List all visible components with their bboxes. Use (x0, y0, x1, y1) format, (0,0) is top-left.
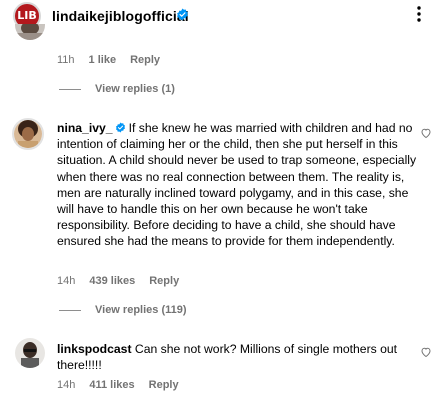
comment-time: 11h (57, 54, 75, 66)
commenter-username[interactable]: nina_ivy_ (57, 121, 113, 135)
reply-button[interactable]: Reply (149, 379, 179, 391)
like-count[interactable]: 1 like (89, 54, 117, 66)
view-replies-button[interactable]: View replies (119) (59, 304, 187, 316)
commenter-username[interactable]: linkspodcast (57, 342, 132, 356)
heart-icon[interactable] (420, 346, 432, 358)
comment-time: 14h (57, 379, 76, 391)
commenter-avatar[interactable] (15, 24, 45, 40)
divider-line (59, 88, 81, 90)
comment-time: 14h (57, 275, 76, 287)
reply-button[interactable]: Reply (149, 275, 179, 287)
post-header: LIB lindaikejiblogofficial (0, 0, 444, 30)
verified-badge-icon (177, 8, 188, 21)
comment-meta: 11h 1 like Reply (57, 54, 174, 66)
comment-links: linkspodcast Can she not work? Millions … (57, 341, 417, 373)
comment-body: If she knew he was married with children… (57, 121, 417, 249)
comment-meta: 14h 411 likes Reply (57, 379, 193, 391)
comment-text-partial: _ (88, 30, 95, 38)
like-count[interactable]: 411 likes (89, 379, 134, 391)
comment-meta: 14h 439 likes Reply (57, 275, 193, 287)
view-replies-button[interactable]: View replies (1) (59, 83, 175, 95)
commenter-avatar[interactable] (12, 118, 44, 150)
divider-line (59, 309, 81, 311)
account-username[interactable]: lindaikejiblogofficial (52, 8, 189, 24)
heart-icon[interactable] (420, 127, 432, 139)
commenter-avatar[interactable] (15, 338, 45, 368)
more-options-icon[interactable] (410, 5, 428, 23)
reply-button[interactable]: Reply (130, 54, 160, 66)
verified-badge-icon (115, 122, 125, 133)
comment-nina: nina_ivy_ If she knew he was married with… (57, 120, 427, 250)
like-count[interactable]: 439 likes (89, 275, 135, 287)
